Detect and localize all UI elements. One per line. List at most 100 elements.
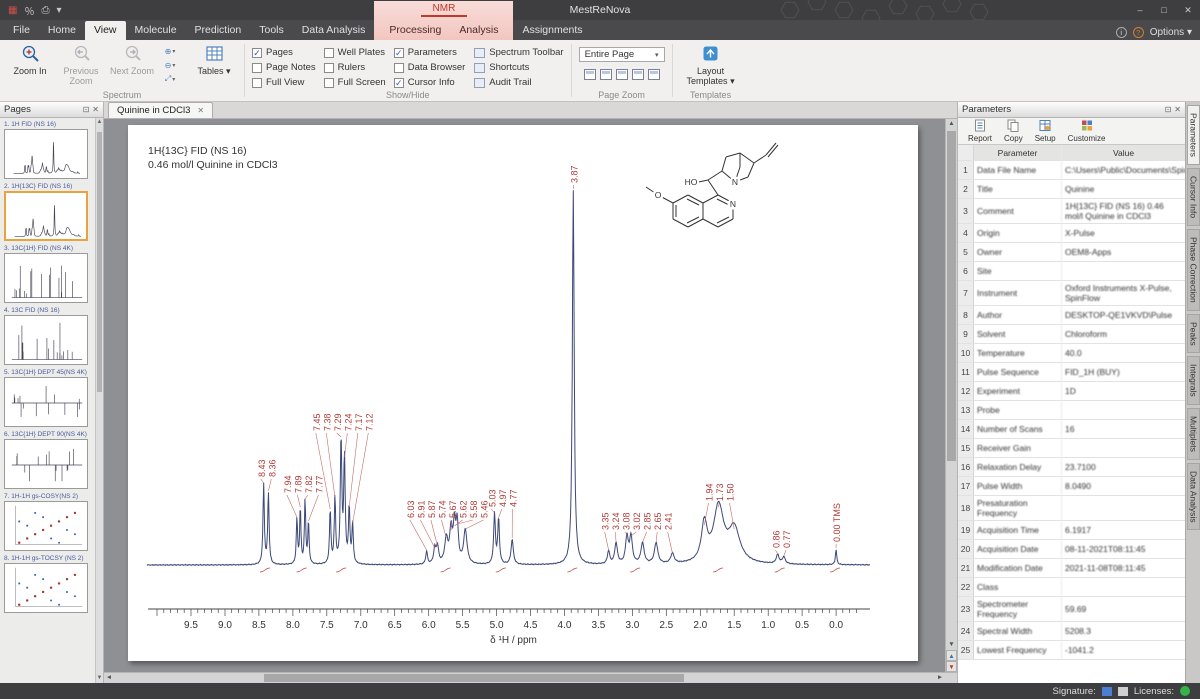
parameter-row[interactable]: 4OriginX-Pulse [958, 224, 1185, 243]
tables-button[interactable]: Tables ▾ [191, 42, 237, 77]
parameter-row[interactable]: 24Spectral Width5208.3 [958, 622, 1185, 641]
button-shortcuts[interactable]: Shortcuts [474, 62, 563, 73]
checkbox-parameters[interactable]: ✓Parameters [394, 47, 466, 58]
zoom-two-pages-icon[interactable] [632, 69, 644, 80]
side-tab-multiplets[interactable]: Multiplets [1187, 408, 1200, 460]
button-audit-trail[interactable]: Audit Trail [474, 77, 563, 88]
side-tab-cursor-info[interactable]: Cursor Info [1187, 168, 1200, 226]
pages-scrollbar[interactable]: ▲ ▼ [95, 118, 103, 683]
parameter-row[interactable]: 15Receiver Gain [958, 439, 1185, 458]
scroll-up-icon[interactable]: ▲ [946, 119, 957, 129]
parameter-row[interactable]: 2TitleQuinine [958, 180, 1185, 199]
canvas-vertical-scrollbar[interactable]: ▲ ▼ ▲ ▼ [945, 119, 957, 672]
spectrum-page[interactable]: 1H{13C} FID (NS 16) 0.46 mol/l Quinine i… [128, 125, 918, 661]
checkbox-well-plates[interactable]: Well Plates [324, 47, 386, 58]
parameter-row[interactable]: 3Comment1H{13C} FID (NS 16) 0.46 mol/l Q… [958, 199, 1185, 224]
menu-tab-tools[interactable]: Tools [250, 21, 293, 40]
previous-page-button[interactable]: ▲ [946, 650, 957, 661]
side-tab-parameters[interactable]: Parameters [1187, 105, 1200, 165]
signature-status-icon[interactable] [1102, 687, 1112, 696]
parameter-row[interactable]: 23Spectrometer Frequency59.69 [958, 597, 1185, 622]
canvas-horizontal-scrollbar[interactable]: ◄ ► [104, 672, 957, 683]
zoom-out-tool-icon[interactable]: ⊖▾ [160, 59, 180, 71]
zoom-page-width-icon[interactable] [600, 69, 612, 80]
page-thumbnail[interactable]: 2. 1H{13C} FID (NS 16) [4, 183, 90, 241]
pages-float-icon[interactable]: ⊡ [83, 105, 90, 114]
undo-icon[interactable]: ▾ [56, 5, 61, 16]
side-tab-integrals[interactable]: Integrals [1187, 356, 1200, 405]
checkbox-box[interactable] [252, 78, 262, 88]
side-tab-phase-correction[interactable]: Phase Correction [1187, 229, 1200, 311]
checkbox-box[interactable] [252, 63, 262, 73]
page-thumbnail[interactable]: 5. 13C{1H} DEPT 45(NS 4K) [4, 369, 90, 427]
checkbox-box[interactable] [324, 48, 334, 58]
parameter-row[interactable]: 7InstrumentOxford Instruments X-Pulse, S… [958, 281, 1185, 306]
parameter-row[interactable]: 5OwnerOEM8-Apps [958, 243, 1185, 262]
copy-button[interactable]: Copy [1004, 119, 1023, 143]
parameter-row[interactable]: 6Site [958, 262, 1185, 281]
license-status-icon[interactable] [1180, 686, 1190, 696]
canvas[interactable]: 1H{13C} FID (NS 16) 0.46 mol/l Quinine i… [104, 119, 957, 672]
menu-tab-home[interactable]: Home [39, 21, 85, 40]
layout-templates-button[interactable]: Layout Templates ▾ [680, 42, 742, 87]
checkbox-box[interactable] [394, 63, 404, 73]
page-thumbnail[interactable]: 1. 1H FID (NS 16) [4, 121, 90, 179]
checkbox-rulers[interactable]: Rulers [324, 62, 386, 73]
parameter-row[interactable]: 12Experiment1D [958, 382, 1185, 401]
close-button[interactable]: ✕ [1176, 1, 1200, 19]
parameter-row[interactable]: 17Pulse Width8.0490 [958, 477, 1185, 496]
fit-tool-icon[interactable]: ⤢▾ [160, 73, 180, 85]
pages-scroll-up-icon[interactable]: ▲ [96, 118, 103, 127]
help-icon[interactable]: ? [1133, 27, 1144, 38]
parameter-row[interactable]: 18Presaturation Frequency [958, 496, 1185, 521]
parameter-row[interactable]: 16Relaxation Delay23.7100 [958, 458, 1185, 477]
setup-button[interactable]: Setup [1035, 119, 1056, 143]
checkbox-box[interactable]: ✓ [252, 48, 262, 58]
page-thumbnail[interactable]: 7. 1H-1H gs-COSY(NS 2) [4, 493, 90, 551]
print-icon[interactable]: ⎙ [41, 5, 49, 16]
checkbox-data-browser[interactable]: Data Browser [394, 62, 466, 73]
menu-tab-molecule[interactable]: Molecule [126, 21, 186, 40]
zoom-tool-icon[interactable]: ⊕▾ [160, 45, 180, 57]
parameters-table[interactable]: ParameterValue1Data File NameC:\Users\Pu… [958, 145, 1185, 683]
menu-tab-assignments[interactable]: Assignments [513, 21, 591, 40]
page-thumbnail[interactable]: 8. 1H-1H gs-TOCSY (NS 2) [4, 555, 90, 613]
app-icon[interactable]: ▦ [8, 5, 17, 16]
parameter-row[interactable]: 19Acquisition Time6.1917 [958, 521, 1185, 540]
page-thumbnail[interactable]: 6. 13C{1H} DEPT 90(NS 4K) [4, 431, 90, 489]
pages-close-icon[interactable]: ✕ [92, 105, 99, 114]
page-thumbnail[interactable]: 4. 13C FID (NS 16) [4, 307, 90, 365]
options-button[interactable]: Options ▾ [1150, 27, 1192, 38]
parameter-row[interactable]: 25Lowest Frequency-1041.2 [958, 641, 1185, 660]
nmr-spectrum[interactable]: 9.59.08.58.07.57.06.56.05.55.04.54.03.53… [128, 125, 918, 661]
parameter-row[interactable]: 8AuthorDESKTOP-QE1VKVD\Pulse [958, 306, 1185, 325]
document-tab-close-icon[interactable]: ✕ [197, 106, 204, 115]
parameter-row[interactable]: 14Number of Scans16 [958, 420, 1185, 439]
report-button[interactable]: Report [968, 119, 992, 143]
checkbox-full-view[interactable]: Full View [252, 77, 316, 88]
parameter-row[interactable]: 9SolventChloroform [958, 325, 1185, 344]
info-icon[interactable]: i [1116, 27, 1127, 38]
parameter-row[interactable]: 20Acquisition Date08-11-2021T08:11:45 [958, 540, 1185, 559]
customize-button[interactable]: Customize [1068, 119, 1106, 143]
page-zoom-dropdown[interactable]: Entire Page▾ [579, 47, 665, 62]
checkbox-page-notes[interactable]: Page Notes [252, 62, 316, 73]
checkbox-box[interactable] [324, 78, 334, 88]
zoom-full-page-icon[interactable] [584, 69, 596, 80]
parameter-row[interactable]: 22Class [958, 578, 1185, 597]
scroll-down-icon[interactable]: ▼ [946, 640, 957, 650]
scroll-right-icon[interactable]: ► [935, 673, 945, 683]
parameter-row[interactable]: 1Data File NameC:\Users\Public\Documents… [958, 161, 1185, 180]
button-spectrum-toolbar[interactable]: Spectrum Toolbar [474, 47, 563, 58]
zoom-100-icon[interactable] [616, 69, 628, 80]
checkbox-box[interactable]: ✓ [394, 48, 404, 58]
percent-tool-icon[interactable]: ％ [24, 3, 34, 18]
checkbox-pages[interactable]: ✓Pages [252, 47, 316, 58]
checkbox-cursor-info[interactable]: ✓Cursor Info [394, 77, 466, 88]
parameter-row[interactable]: 13Probe [958, 401, 1185, 420]
menu-tab-data-analysis[interactable]: Data Analysis [293, 21, 375, 40]
signature-doc-icon[interactable] [1118, 687, 1128, 696]
parameter-row[interactable]: 21Modification Date2021-11-08T08:11:45 [958, 559, 1185, 578]
menu-tab-analysis[interactable]: Analysis [450, 21, 507, 40]
zoom-in-button[interactable]: Zoom In [7, 42, 53, 77]
